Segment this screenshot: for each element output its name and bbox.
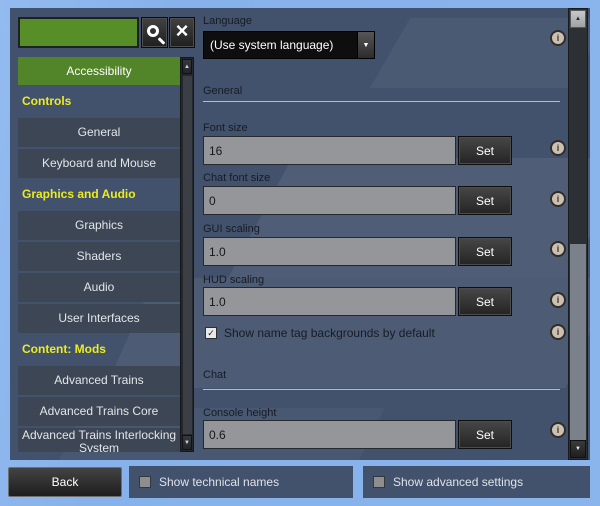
content-scrollbar[interactable]: ▲ ▼ — [568, 8, 588, 460]
info-icon[interactable]: i — [550, 292, 566, 308]
language-label: Language — [203, 15, 252, 27]
hud-scaling-label: HUD scaling — [203, 274, 265, 286]
chevron-up-icon: ▲ — [184, 63, 190, 70]
info-icon[interactable]: i — [550, 241, 566, 257]
console-height-input[interactable] — [203, 420, 456, 449]
sidebar-item-advanced-trains-interlocking-system[interactable]: Advanced Trains Interlocking System — [18, 428, 180, 452]
chevron-down-icon: ▼ — [362, 41, 370, 49]
scroll-up-button[interactable]: ▲ — [182, 59, 192, 74]
sidebar-item-graphics[interactable]: Graphics — [18, 211, 180, 240]
sidebar-scrollbar[interactable]: ▲ ▼ — [180, 57, 194, 452]
sidebar-header-controls[interactable]: Controls — [18, 87, 180, 116]
font-size-set-button[interactable]: Set — [458, 136, 512, 165]
info-icon[interactable]: i — [550, 30, 566, 46]
advanced-settings-panel: Show advanced settings — [363, 466, 590, 498]
clear-search-button[interactable]: × — [169, 17, 195, 48]
sidebar-header-content-mods[interactable]: Content: Mods — [18, 335, 180, 364]
section-header-chat: Chat — [203, 369, 227, 381]
hud-scaling-set-button[interactable]: Set — [458, 287, 512, 316]
language-dropdown[interactable]: (Use system language) ▼ — [203, 31, 375, 59]
sidebar-item-keyboard-and-mouse[interactable]: Keyboard and Mouse — [18, 149, 180, 178]
search-icon — [146, 24, 159, 37]
chat-font-size-label: Chat font size — [203, 172, 271, 184]
search-button[interactable] — [141, 17, 168, 48]
chevron-up-icon: ▲ — [575, 16, 581, 22]
section-divider — [203, 101, 560, 102]
chevron-down-icon: ▼ — [575, 446, 581, 452]
sidebar-header-graphics-and-audio[interactable]: Graphics and Audio — [18, 180, 180, 209]
gui-scaling-input[interactable] — [203, 237, 456, 266]
scroll-down-button[interactable]: ▼ — [570, 440, 586, 458]
scrollbar-thumb[interactable] — [570, 244, 586, 441]
language-dropdown-value: (Use system language) — [210, 38, 334, 52]
section-divider — [203, 389, 560, 390]
font-size-input[interactable] — [203, 136, 456, 165]
show-advanced-settings-label: Show advanced settings — [393, 475, 524, 489]
background-streak — [369, 18, 590, 88]
scrollbar-thumb[interactable] — [183, 76, 192, 434]
sidebar-item-shaders[interactable]: Shaders — [18, 242, 180, 271]
search-input[interactable] — [18, 17, 139, 48]
sidebar-item-advanced-trains[interactable]: Advanced Trains — [18, 366, 180, 395]
sidebar-item-general[interactable]: General — [18, 118, 180, 147]
hud-scaling-input[interactable] — [203, 287, 456, 316]
category-list: Accessibility Controls General Keyboard … — [18, 57, 194, 452]
dropdown-arrow-button[interactable]: ▼ — [357, 32, 374, 58]
info-icon[interactable]: i — [550, 140, 566, 156]
gui-scaling-label: GUI scaling — [203, 223, 260, 235]
nametag-backgrounds-label: Show name tag backgrounds by default — [224, 326, 435, 340]
console-height-label: Console height — [203, 407, 277, 419]
technical-names-panel: Show technical names — [129, 466, 353, 498]
scroll-down-button[interactable]: ▼ — [182, 435, 192, 450]
font-size-label: Font size — [203, 122, 248, 134]
show-technical-names-label: Show technical names — [159, 475, 280, 489]
close-icon: × — [175, 18, 189, 43]
sidebar-item-accessibility[interactable]: Accessibility — [18, 57, 180, 85]
show-technical-names-checkbox[interactable] — [139, 476, 151, 488]
chat-font-size-input[interactable] — [203, 186, 456, 215]
sidebar-item-audio[interactable]: Audio — [18, 273, 180, 302]
show-advanced-settings-checkbox[interactable] — [373, 476, 385, 488]
sidebar-item-advanced-trains-core[interactable]: Advanced Trains Core — [18, 397, 180, 426]
nametag-backgrounds-checkbox[interactable]: ✓ — [205, 327, 217, 339]
chevron-down-icon: ▼ — [184, 439, 190, 446]
info-icon[interactable]: i — [550, 324, 566, 340]
back-button[interactable]: Back — [8, 467, 122, 497]
console-height-set-button[interactable]: Set — [458, 420, 512, 449]
scroll-up-button[interactable]: ▲ — [570, 10, 586, 28]
info-icon[interactable]: i — [550, 191, 566, 207]
settings-dialog: × Accessibility Controls General Keyboar… — [10, 8, 590, 460]
chat-font-size-set-button[interactable]: Set — [458, 186, 512, 215]
section-header-general: General — [203, 85, 243, 97]
sidebar-item-user-interfaces[interactable]: User Interfaces — [18, 304, 180, 333]
info-icon[interactable]: i — [550, 422, 566, 438]
gui-scaling-set-button[interactable]: Set — [458, 237, 512, 266]
